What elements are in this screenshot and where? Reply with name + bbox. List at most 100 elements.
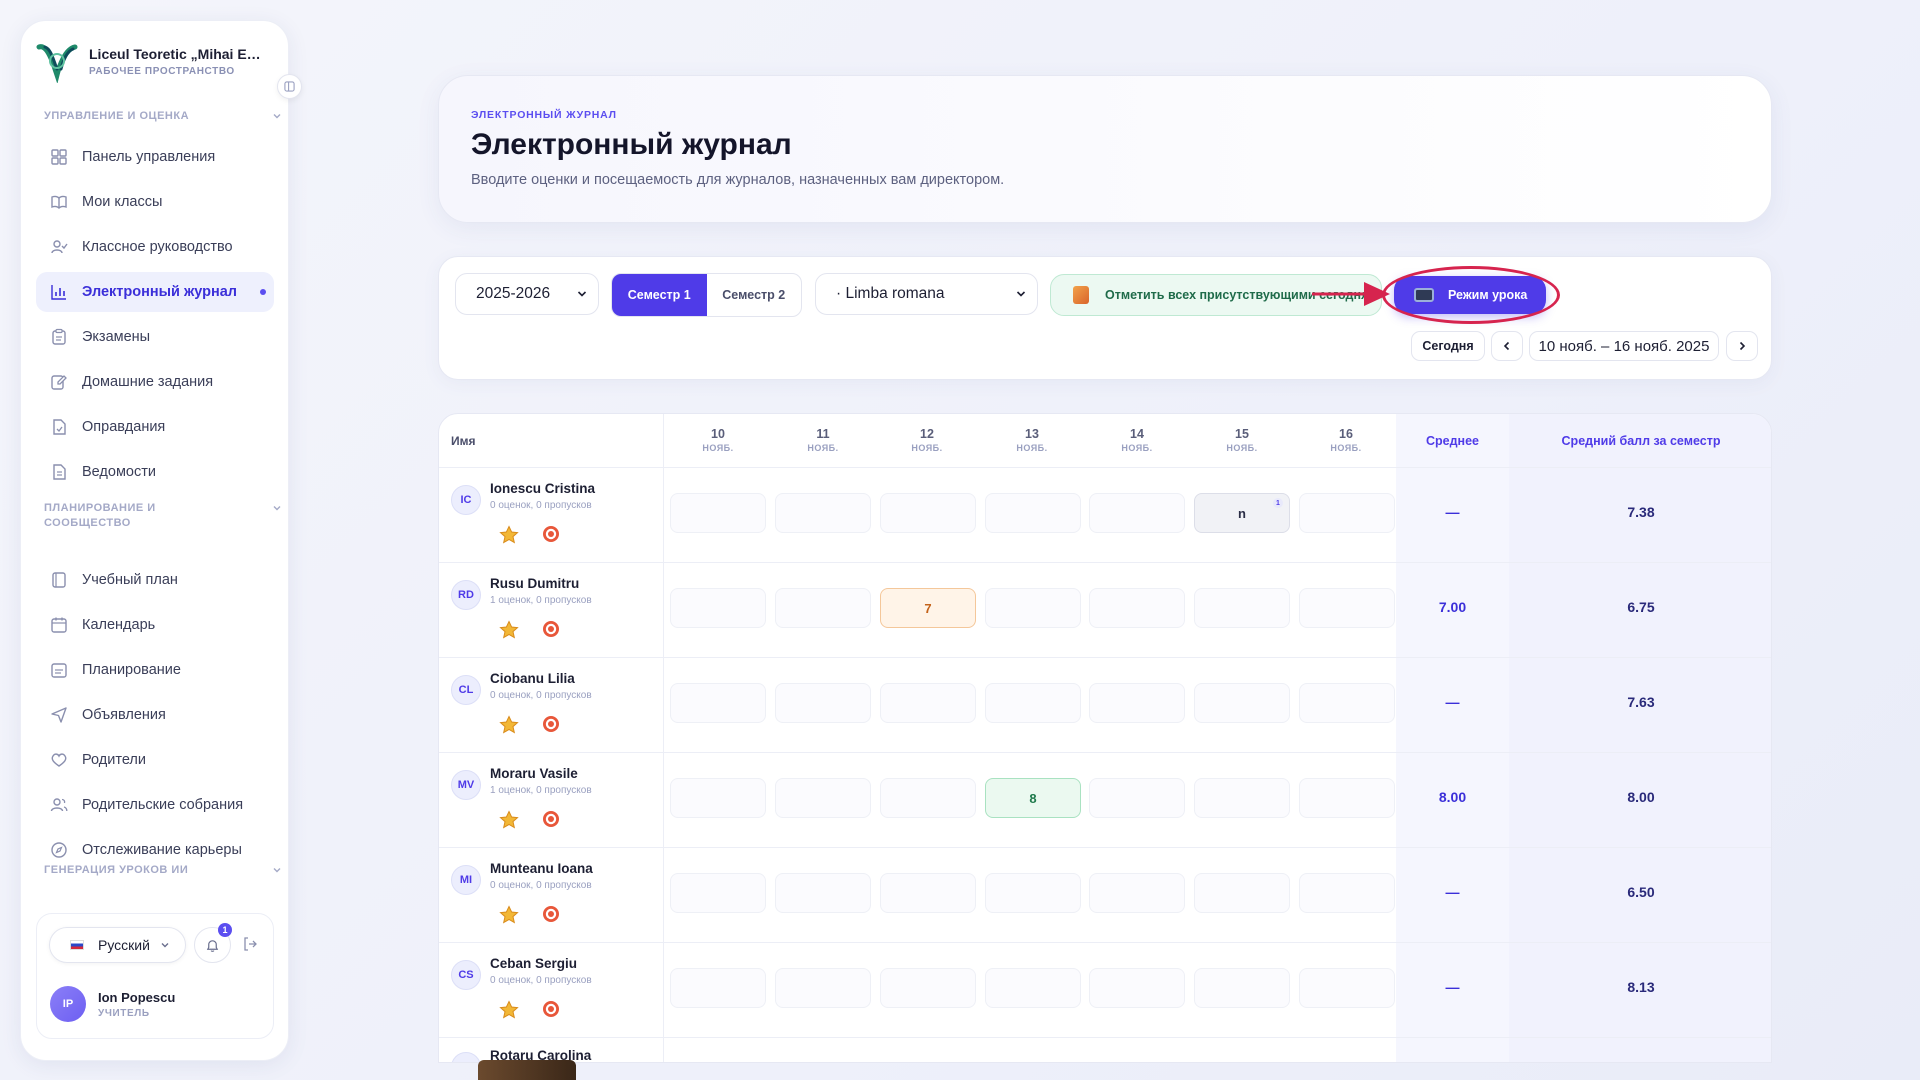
grade-cell[interactable] bbox=[985, 683, 1081, 723]
day-month: НОЯБ. bbox=[1016, 443, 1048, 453]
grade-cell[interactable] bbox=[880, 968, 976, 1008]
column-header-name[interactable]: Имя bbox=[451, 434, 476, 448]
sidebar-item-homework[interactable]: Домашние задания bbox=[36, 362, 274, 402]
section-management[interactable]: УПРАВЛЕНИЕ И ОЦЕНКА bbox=[44, 109, 284, 124]
target-icon[interactable] bbox=[542, 715, 560, 738]
grade-cell[interactable] bbox=[1194, 588, 1290, 628]
target-icon[interactable] bbox=[542, 620, 560, 643]
grade-cell[interactable] bbox=[1299, 683, 1395, 723]
today-button[interactable]: Сегодня bbox=[1411, 331, 1485, 361]
column-header-semester-average[interactable]: Средний балл за семестр bbox=[1509, 434, 1771, 448]
grade-cell[interactable] bbox=[1299, 873, 1395, 913]
day-month: НОЯБ. bbox=[1121, 443, 1153, 453]
student-name[interactable]: Ciobanu Lilia bbox=[490, 671, 575, 686]
grade-cell[interactable] bbox=[775, 873, 871, 913]
grade-cell[interactable] bbox=[670, 968, 766, 1008]
star-icon[interactable] bbox=[499, 905, 519, 930]
sidebar-item-announcements[interactable]: Объявления bbox=[36, 695, 274, 735]
grade-cell[interactable] bbox=[985, 493, 1081, 533]
logout-icon[interactable] bbox=[242, 936, 258, 952]
grade-cell[interactable] bbox=[1299, 778, 1395, 818]
sidebar-item-e-journal[interactable]: Электронный журнал bbox=[36, 272, 274, 312]
grade-cell[interactable] bbox=[1089, 683, 1185, 723]
target-icon[interactable] bbox=[542, 810, 560, 833]
grade-cell[interactable] bbox=[1194, 968, 1290, 1008]
grade-cell[interactable] bbox=[985, 588, 1081, 628]
grade-cell[interactable] bbox=[1089, 588, 1185, 628]
grade-cell[interactable] bbox=[670, 778, 766, 818]
sidebar-item-parents[interactable]: Родители bbox=[36, 740, 274, 780]
sidebar-item-reports[interactable]: Ведомости bbox=[36, 452, 274, 492]
sidebar-item-scheduling[interactable]: Планирование bbox=[36, 650, 274, 690]
star-icon[interactable] bbox=[499, 1000, 519, 1025]
notifications-button[interactable]: 1 bbox=[194, 923, 232, 963]
grade-cell[interactable] bbox=[1194, 778, 1290, 818]
sidebar-item-my-classes[interactable]: Мои классы bbox=[36, 182, 274, 222]
grade-cell[interactable] bbox=[1299, 588, 1395, 628]
previous-week-button[interactable] bbox=[1491, 331, 1523, 361]
grade-cell[interactable] bbox=[880, 493, 976, 533]
grade-cell[interactable] bbox=[775, 588, 871, 628]
grade-cell[interactable] bbox=[880, 778, 976, 818]
lesson-mode-button[interactable]: Режим урока bbox=[1394, 276, 1546, 314]
grade-cell[interactable] bbox=[670, 683, 766, 723]
star-icon[interactable] bbox=[499, 810, 519, 835]
grade-cell[interactable] bbox=[670, 588, 766, 628]
grade-cell[interactable] bbox=[1299, 493, 1395, 533]
sidebar-item-homeroom[interactable]: Классное руководство bbox=[36, 227, 274, 267]
grade-cell[interactable] bbox=[1089, 493, 1185, 533]
chevron-down-icon bbox=[273, 506, 281, 511]
sidebar-item-parent-meetings[interactable]: Родительские собрания bbox=[36, 785, 274, 825]
sidebar-item-exams[interactable]: Экзамены bbox=[36, 317, 274, 357]
star-icon[interactable] bbox=[499, 525, 519, 550]
sidebar-item-excuses[interactable]: Оправдания bbox=[36, 407, 274, 447]
grade-cell[interactable] bbox=[1194, 873, 1290, 913]
grade-cell[interactable] bbox=[1089, 873, 1185, 913]
student-name[interactable]: Munteanu Ioana bbox=[490, 861, 593, 876]
user-profile[interactable]: IP Ion Popescu УЧИТЕЛЬ bbox=[50, 986, 175, 1022]
student-name[interactable]: Rusu Dumitru bbox=[490, 576, 579, 591]
student-name[interactable]: Ionescu Cristina bbox=[490, 481, 595, 496]
student-name[interactable]: Ceban Sergiu bbox=[490, 956, 577, 971]
grade-cell[interactable] bbox=[985, 968, 1081, 1008]
brand[interactable]: Liceul Teoretic „Mihai Eminescu” РАБОЧЕЕ… bbox=[35, 39, 269, 83]
date-range-display[interactable]: 10 нояб. – 16 нояб. 2025 bbox=[1529, 331, 1719, 361]
next-week-button[interactable] bbox=[1726, 331, 1758, 361]
semester-1-tab[interactable]: Семестр 1 bbox=[612, 274, 707, 316]
school-year-select[interactable]: 2025-2026 bbox=[455, 273, 599, 315]
grade-cell[interactable] bbox=[1194, 683, 1290, 723]
collapse-sidebar-button[interactable] bbox=[277, 74, 302, 99]
semester-2-tab[interactable]: Семестр 2 bbox=[707, 274, 802, 316]
grade-cell[interactable] bbox=[775, 493, 871, 533]
grade-cell[interactable]: 7 bbox=[880, 588, 976, 628]
grade-cell[interactable] bbox=[880, 873, 976, 913]
day-month: НОЯБ. bbox=[807, 443, 839, 453]
section-ai-lessons[interactable]: ГЕНЕРАЦИЯ УРОКОВ ИИ bbox=[44, 863, 284, 878]
sidebar-item-calendar[interactable]: Календарь bbox=[36, 605, 274, 645]
star-icon[interactable] bbox=[499, 620, 519, 645]
grade-cell[interactable] bbox=[670, 873, 766, 913]
column-header-average[interactable]: Среднее bbox=[1396, 434, 1509, 448]
star-icon[interactable] bbox=[499, 715, 519, 740]
grade-cell[interactable] bbox=[775, 683, 871, 723]
sidebar-item-curriculum[interactable]: Учебный план bbox=[36, 560, 274, 600]
grade-cell[interactable] bbox=[775, 778, 871, 818]
grade-cell[interactable] bbox=[1089, 968, 1185, 1008]
target-icon[interactable] bbox=[542, 1000, 560, 1023]
target-icon[interactable] bbox=[542, 905, 560, 928]
target-icon[interactable] bbox=[542, 525, 560, 548]
grade-cell[interactable] bbox=[985, 873, 1081, 913]
mark-all-present-button[interactable]: Отметить всех присутствующими сегодня bbox=[1050, 274, 1382, 316]
language-selector[interactable]: Русский bbox=[49, 927, 186, 963]
student-name[interactable]: Moraru Vasile bbox=[490, 766, 578, 781]
section-planning[interactable]: ПЛАНИРОВАНИЕ И СООБЩЕСТВО bbox=[44, 501, 284, 531]
grade-cell[interactable] bbox=[775, 968, 871, 1008]
sidebar-item-dashboard[interactable]: Панель управления bbox=[36, 137, 274, 177]
grade-cell[interactable] bbox=[880, 683, 976, 723]
subject-select[interactable]: · Limba romana bbox=[815, 273, 1038, 315]
grade-cell[interactable] bbox=[1299, 968, 1395, 1008]
grade-cell[interactable] bbox=[670, 493, 766, 533]
grade-cell[interactable]: n1 bbox=[1194, 493, 1290, 533]
grade-cell[interactable]: 8 bbox=[985, 778, 1081, 818]
grade-cell[interactable] bbox=[1089, 778, 1185, 818]
